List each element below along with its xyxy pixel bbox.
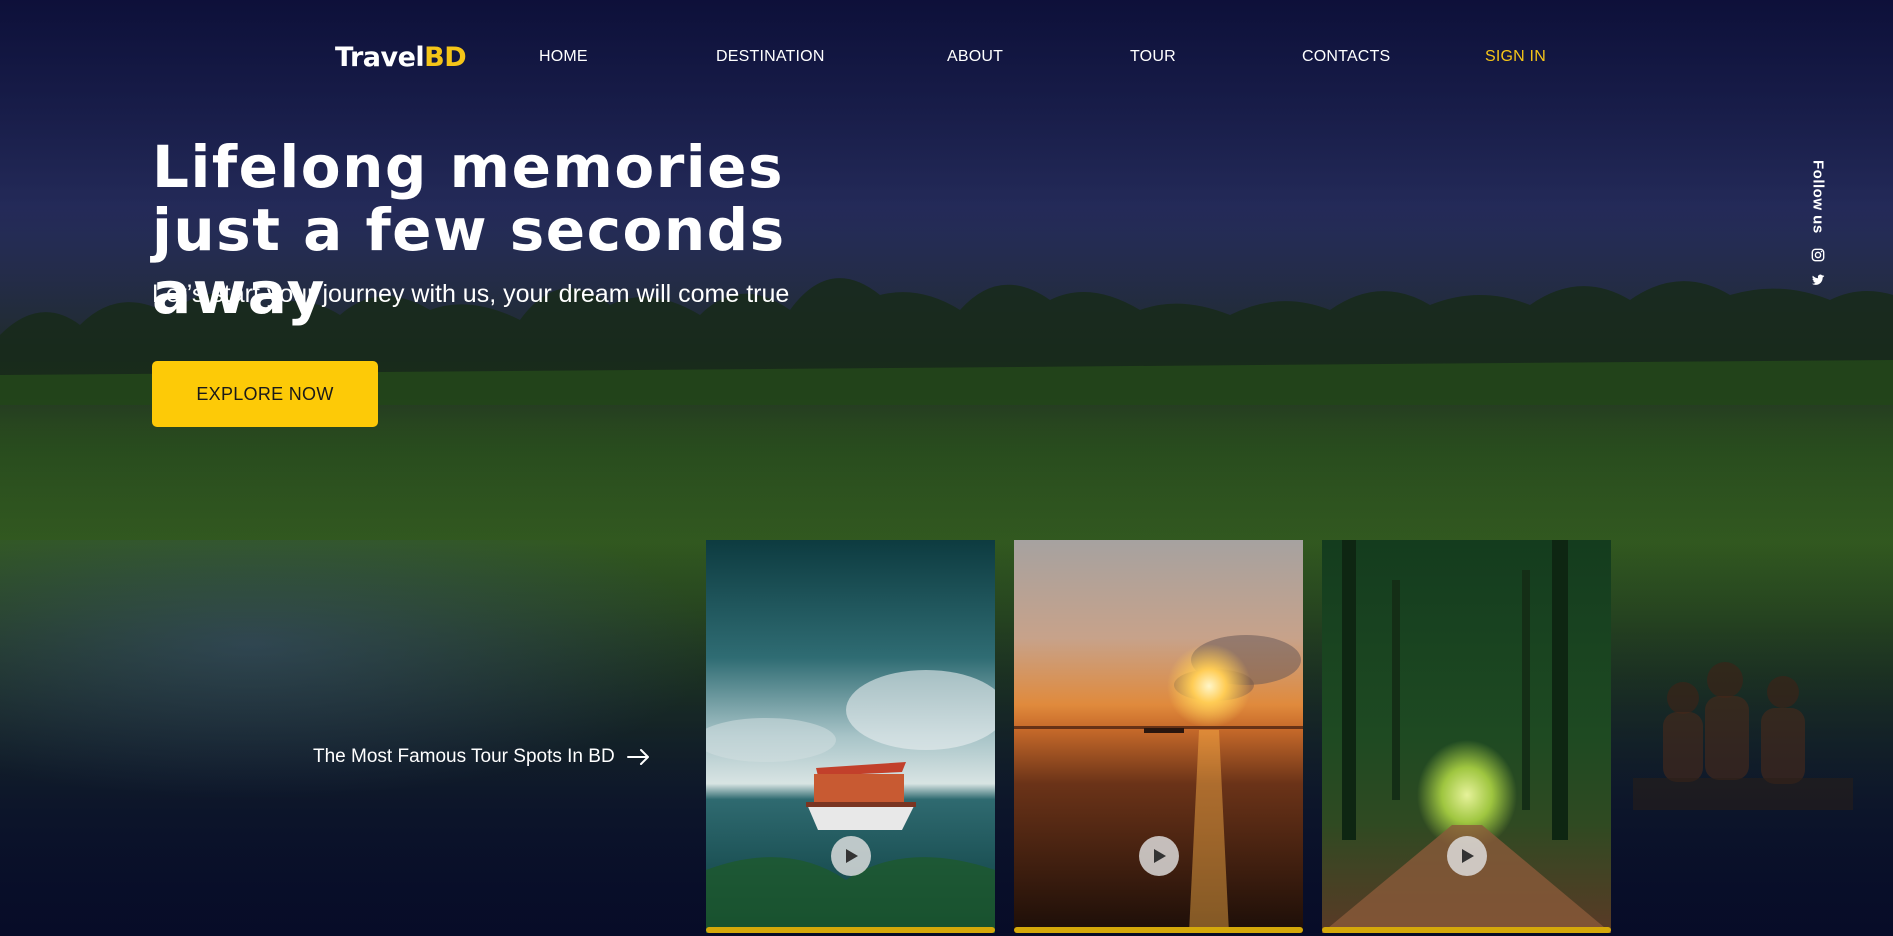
card-accent-bar (706, 927, 995, 933)
explore-now-button[interactable]: EXPLORE NOW (152, 361, 378, 427)
nav-tour-link[interactable]: TOUR (1130, 48, 1176, 66)
card-accent-bar (1322, 927, 1611, 933)
twitter-icon[interactable] (1811, 273, 1825, 287)
children-silhouette (1633, 662, 1853, 810)
follow-us-label: Follow us (1809, 160, 1827, 234)
play-button[interactable] (1138, 836, 1179, 876)
nav-signin-link[interactable]: SIGN IN (1485, 48, 1546, 66)
nav-home-link[interactable]: HOME (539, 48, 588, 66)
tour-video-card-boat[interactable] (706, 540, 995, 933)
famous-tour-spots-label: The Most Famous Tour Spots In BD (313, 746, 615, 767)
nav-contacts-link[interactable]: CONTACTS (1302, 48, 1390, 66)
card-accent-bar (1014, 927, 1303, 933)
top-navigation: TravelBD HOME DESTINATION ABOUT TOUR CON… (0, 0, 1893, 112)
arrow-right-icon (626, 749, 649, 765)
hero-subtitle: Let’s start your journey with us, your d… (152, 280, 790, 308)
instagram-icon[interactable] (1811, 248, 1825, 262)
nav-about-link[interactable]: ABOUT (947, 48, 1003, 66)
play-icon (1154, 849, 1166, 863)
tour-video-card-forest[interactable] (1322, 540, 1611, 933)
play-icon (1462, 849, 1474, 863)
brand-logo-part2: BD (424, 42, 467, 73)
play-icon (846, 849, 858, 863)
nav-destination-link[interactable]: DESTINATION (716, 48, 825, 66)
follow-us-sidebar: Follow us (1806, 160, 1830, 298)
brand-logo[interactable]: TravelBD (335, 42, 467, 73)
tour-video-card-sunset[interactable] (1014, 540, 1303, 933)
play-button[interactable] (1446, 836, 1487, 876)
famous-tour-spots-link[interactable]: The Most Famous Tour Spots In BD (313, 746, 651, 768)
brand-logo-part1: Travel (335, 42, 425, 73)
play-button[interactable] (830, 836, 871, 876)
